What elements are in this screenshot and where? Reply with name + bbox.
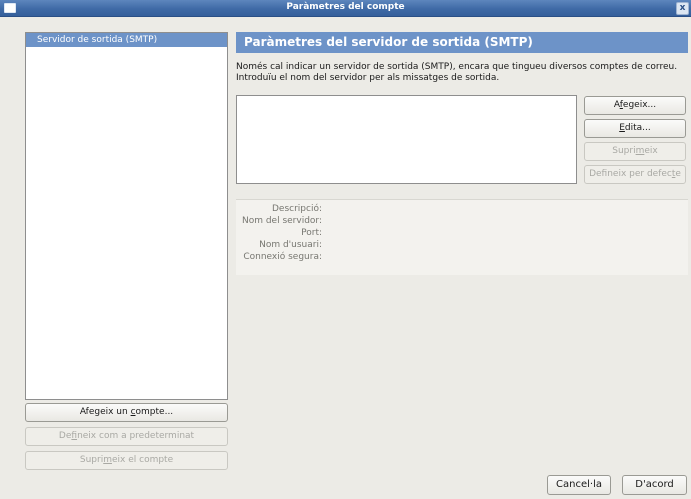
description-line-2: Introduïu el nom del servidor per als mi… <box>236 73 500 83</box>
set-default-server-button[interactable]: Defineix per defecte <box>584 165 686 184</box>
edit-server-button[interactable]: Edita... <box>584 119 686 138</box>
remove-account-mnemonic: m <box>103 455 112 465</box>
delete-server-label-post: eix <box>644 146 658 156</box>
add-account-label-post: ompte... <box>135 407 174 417</box>
account-tree[interactable]: Servidor de sortida (SMTP) <box>25 32 228 400</box>
detail-username-label: Nom d'usuari: <box>259 240 322 250</box>
edit-server-label-post: dita... <box>624 123 651 133</box>
add-account-label-pre: Afegeix un <box>79 407 131 417</box>
add-server-button[interactable]: Afegeix... <box>584 96 686 115</box>
description-line-1: Només cal indicar un servidor de sortida… <box>236 62 678 72</box>
detail-description-label: Descripció: <box>271 204 322 214</box>
ok-button[interactable]: D'acord <box>622 475 687 495</box>
set-default-account-button[interactable]: Defineix com a predeterminat <box>25 427 228 446</box>
tree-item-outgoing-server[interactable]: Servidor de sortida (SMTP) <box>26 33 227 47</box>
remove-account-label-post: eix el compte <box>112 455 174 465</box>
close-button[interactable]: x <box>676 2 689 15</box>
add-server-label-post: egeix... <box>622 100 657 110</box>
detail-port-label: Port: <box>301 228 322 238</box>
panel-description: Només cal indicar un servidor de sortida… <box>236 62 688 84</box>
set-default-label-pre: De <box>58 431 72 441</box>
detail-secure-connection-label: Connexió segura: <box>243 252 322 262</box>
window-title: Paràmetres del compte <box>286 2 405 12</box>
remove-account-label-pre: Supri <box>79 455 104 465</box>
set-default-server-label-pre: Defineix per defec <box>589 169 672 179</box>
remove-account-button[interactable]: Suprimeix el compte <box>25 451 228 470</box>
title-bar: Paràmetres del compte x <box>0 0 691 17</box>
cancel-button[interactable]: Cancel·la <box>547 475 611 495</box>
server-details-panel: Descripció: Nom del servidor: Port: Nom … <box>236 199 688 275</box>
smtp-server-list[interactable] <box>236 95 577 184</box>
delete-server-label-pre: Supri <box>612 146 636 156</box>
panel-header: Paràmetres del servidor de sortida (SMTP… <box>236 32 688 53</box>
add-account-button[interactable]: Afegeix un compte... <box>25 403 228 422</box>
detail-server-name-label: Nom del servidor: <box>241 216 322 226</box>
delete-server-button[interactable]: Suprimeix <box>584 142 686 161</box>
set-default-server-label-post: e <box>675 169 681 179</box>
set-default-label-post: ineix com a predeterminat <box>77 431 195 441</box>
